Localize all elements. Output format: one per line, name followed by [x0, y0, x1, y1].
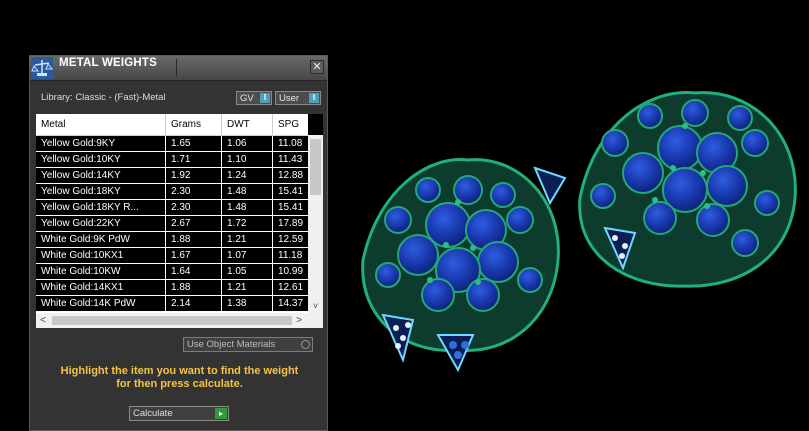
dwt-cell: 1.48 — [222, 200, 273, 215]
dwt-cell: 1.21 — [222, 232, 273, 247]
col-header-grams[interactable]: Grams — [166, 114, 222, 135]
calculate-label: Calculate — [133, 408, 173, 419]
dwt-cell: 1.05 — [222, 264, 273, 279]
dwt-cell: 1.38 — [222, 296, 273, 311]
library-label: Library: Classic - (Fast)-Metal — [41, 92, 166, 103]
grams-cell: 1.71 — [166, 152, 222, 167]
table-row[interactable]: Yellow Gold:18KY R... 2.30 1.48 15.41 — [36, 200, 308, 216]
spg-cell: 11.18 — [278, 250, 303, 261]
dwt-cell: 1.24 — [222, 168, 273, 183]
grams-cell: 1.88 — [166, 280, 222, 295]
grams-cell: 2.14 — [166, 296, 222, 311]
dwt-cell: 1.07 — [222, 248, 273, 263]
table-row[interactable]: Yellow Gold:22KY 2.67 1.72 17.89 — [36, 216, 308, 232]
title-divider — [176, 59, 177, 77]
spg-cell: 15.41 — [278, 186, 304, 197]
calculate-button[interactable]: Calculate ▸ — [129, 406, 229, 421]
metals-table[interactable]: Metal Grams DWT SPG Yellow Gold:9KY 1.65 1… — [36, 114, 323, 328]
metal-cell: Yellow Gold:22KY — [36, 216, 166, 231]
metal-cell: Yellow Gold:18KY — [36, 184, 166, 199]
grams-cell: 1.67 — [166, 248, 222, 263]
metal-cell: White Gold:9K PdW — [36, 232, 166, 247]
table-row[interactable]: White Gold:10KX1 1.67 1.07 11.18 — [36, 248, 308, 264]
metal-cell: White Gold:14KX1 — [36, 280, 166, 295]
table-row[interactable]: White Gold:10KW 1.64 1.05 10.99 — [36, 264, 308, 280]
metal-cell: White Gold:14K PdW — [36, 296, 166, 311]
metal-cell: White Gold:10KX1 — [36, 248, 166, 263]
grams-cell: 1.88 — [166, 232, 222, 247]
metal-weights-panel: METAL WEIGHTS ✕ Library: Classic - (Fast… — [29, 55, 328, 431]
play-icon[interactable]: ▸ — [215, 408, 227, 419]
col-header-dwt[interactable]: DWT — [222, 114, 273, 135]
gv-dropdown[interactable]: GV I — [236, 91, 272, 105]
grams-cell: 2.30 — [166, 184, 222, 199]
table-row[interactable]: Yellow Gold:18KY 2.30 1.48 15.41 — [36, 184, 308, 200]
spg-cell: 12.61 — [278, 282, 304, 293]
spg-cell: 11.43 — [278, 154, 303, 165]
metal-cell: Yellow Gold:18KY R... — [36, 200, 166, 215]
gv-dropdown-label: GV — [240, 93, 254, 104]
panel-title: METAL WEIGHTS — [59, 57, 158, 69]
horizontal-scrollbar[interactable]: < > — [36, 313, 323, 328]
grams-cell: 1.65 — [166, 136, 222, 151]
spg-cell: 11.08 — [278, 138, 303, 149]
grams-cell: 1.64 — [166, 264, 222, 279]
radio-icon[interactable] — [301, 340, 310, 349]
table-row[interactable]: Yellow Gold:14KY 1.92 1.24 12.88 — [36, 168, 308, 184]
metal-cell: Yellow Gold:14KY — [36, 168, 166, 183]
gv-dropdown-button[interactable]: I — [260, 93, 270, 103]
col-header-metal[interactable]: Metal — [36, 114, 166, 135]
instruction-line-2: for then press calculate. — [116, 378, 243, 390]
panel-titlebar[interactable]: METAL WEIGHTS ✕ — [30, 56, 327, 81]
earring-right[interactable] — [533, 91, 797, 288]
dwt-cell: 1.10 — [222, 152, 273, 167]
spg-cell: 12.59 — [278, 234, 304, 245]
spg-cell: 12.88 — [278, 170, 304, 181]
user-dropdown[interactable]: User I — [275, 91, 321, 105]
table-row[interactable]: Yellow Gold:9KY 1.65 1.06 11.08 — [36, 136, 308, 152]
grams-cell: 2.67 — [166, 216, 222, 231]
use-object-materials-label: Use Object Materials — [187, 339, 276, 350]
user-dropdown-button[interactable]: I — [309, 93, 319, 103]
table-row[interactable]: White Gold:9K PdW 1.88 1.21 12.59 — [36, 232, 308, 248]
dwt-cell: 1.06 — [222, 136, 273, 151]
earring-left[interactable] — [361, 158, 560, 373]
grams-cell: 2.30 — [166, 200, 222, 215]
scroll-down-arrow[interactable]: ˅ — [308, 300, 323, 312]
spg-cell: 14.37 — [278, 298, 304, 309]
dwt-cell: 1.72 — [222, 216, 273, 231]
metal-cell: Yellow Gold:10KY — [36, 152, 166, 167]
scroll-right-arrow[interactable]: > — [292, 313, 306, 328]
spg-cell: 17.89 — [278, 218, 304, 229]
spg-cell: 15.41 — [278, 202, 304, 213]
table-row[interactable]: Yellow Gold:10KY 1.71 1.10 11.43 — [36, 152, 308, 168]
table-row[interactable]: White Gold:14K PdW 2.14 1.38 14.37 — [36, 296, 308, 312]
vertical-scrollbar[interactable]: ˅ — [308, 135, 323, 313]
instruction-text: Highlight the item you want to find the … — [40, 365, 319, 391]
col-header-spg[interactable]: SPG — [273, 114, 308, 135]
table-header: Metal Grams DWT SPG — [36, 114, 308, 136]
close-button[interactable]: ✕ — [310, 60, 324, 74]
user-dropdown-label: User — [279, 93, 300, 104]
dwt-cell: 1.48 — [222, 184, 273, 199]
dwt-cell: 1.21 — [222, 280, 273, 295]
metal-cell: Yellow Gold:9KY — [36, 136, 166, 151]
jewelry-render[interactable] — [330, 40, 809, 431]
instruction-line-1: Highlight the item you want to find the … — [60, 365, 299, 377]
header-corner — [308, 114, 323, 135]
scroll-left-arrow[interactable]: < — [36, 313, 50, 328]
scale-icon — [31, 57, 53, 79]
spg-cell: 10.99 — [278, 266, 304, 277]
table-row[interactable]: White Gold:14KX1 1.88 1.21 12.61 — [36, 280, 308, 296]
use-object-materials-toggle[interactable]: Use Object Materials — [183, 337, 313, 352]
grams-cell: 1.92 — [166, 168, 222, 183]
horizontal-scroll-thumb[interactable] — [52, 316, 292, 325]
metal-cell: White Gold:10KW — [36, 264, 166, 279]
vertical-scroll-thumb[interactable] — [310, 139, 321, 195]
table-body: Yellow Gold:9KY 1.65 1.06 11.08 Yellow Gold:… — [36, 136, 308, 312]
